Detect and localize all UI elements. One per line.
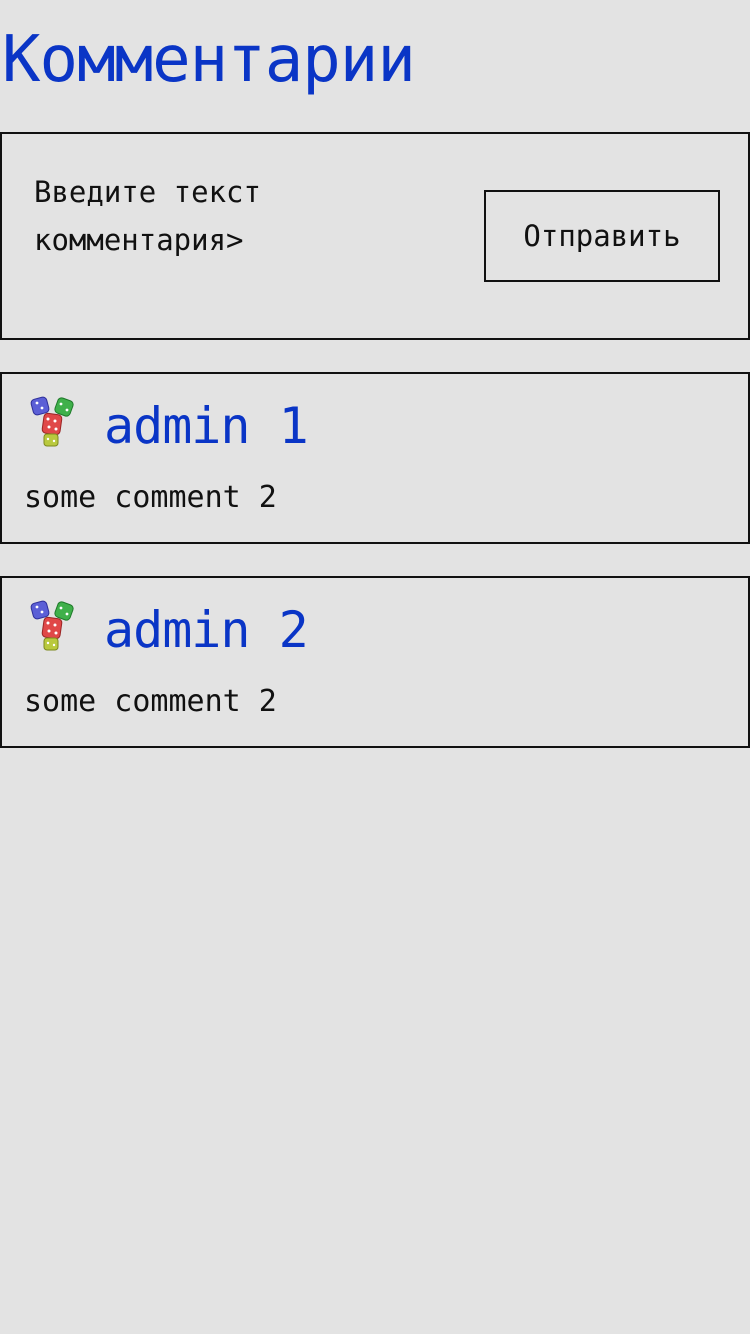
comment-composer: Отправить <box>0 132 750 340</box>
comment-text: some comment 2 <box>24 684 277 719</box>
comment-author: admin 1 <box>104 397 309 455</box>
send-button[interactable]: Отправить <box>484 190 720 282</box>
comment-card: admin 1 some comment 2 <box>0 372 750 544</box>
dice-icon <box>30 600 74 651</box>
page-title: Комментарии <box>2 23 416 97</box>
comment-text: some comment 2 <box>24 480 277 515</box>
comment-author: admin 2 <box>104 601 309 659</box>
comment-card: admin 2 some comment 2 <box>0 576 750 748</box>
comment-input[interactable] <box>34 168 324 318</box>
dice-icon <box>30 396 74 447</box>
